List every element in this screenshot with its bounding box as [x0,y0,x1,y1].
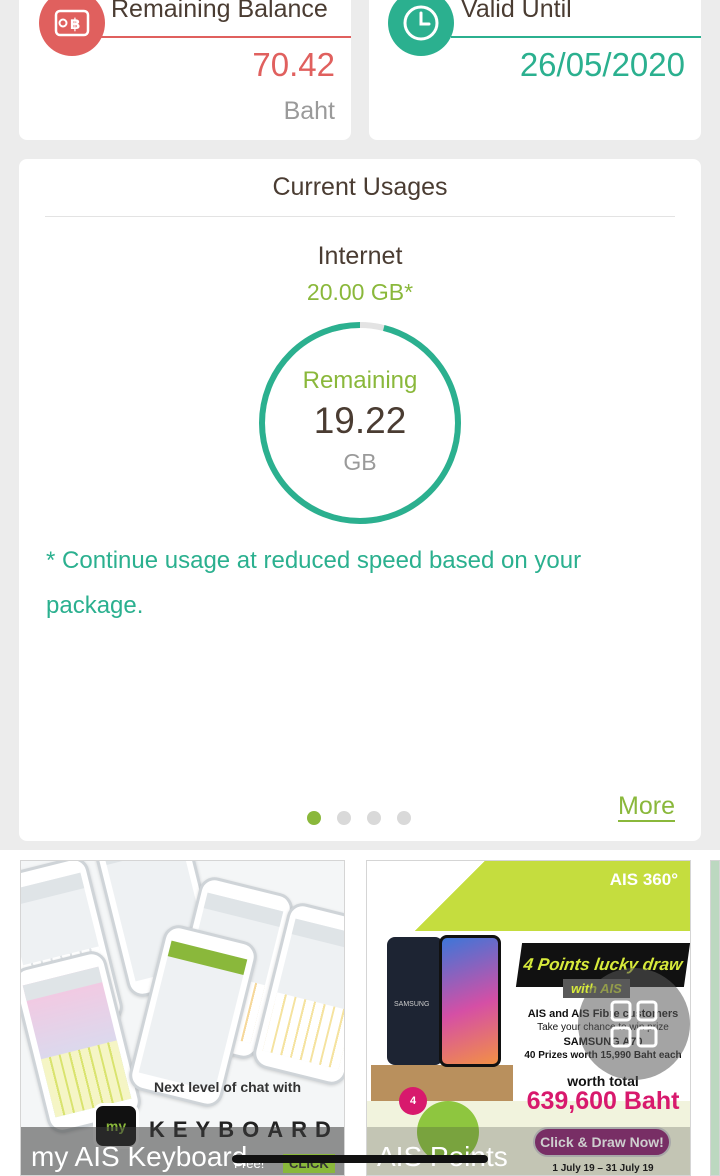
page-dot[interactable] [337,811,351,825]
page-dot[interactable] [397,811,411,825]
clock-icon [388,0,454,56]
balance-unit: Baht [283,97,335,125]
gauge-remaining-label: Remaining [302,367,418,394]
total-value: 639,600 Baht [526,1087,680,1115]
more-link[interactable]: More [618,792,675,822]
title-underline [101,36,351,38]
current-usages-title: Current Usages [272,173,448,201]
my-ais-keyboard-banner[interactable]: Next level of chat with my KEYBOARD my A… [20,860,345,1176]
valid-until-date: 26/05/2020 [519,46,685,83]
current-usages-card: Current Usages Internet 20.00 GB* Remain… [19,159,701,841]
valid-until-card[interactable]: Valid Until 26/05/2020 [369,0,701,140]
banner-caption: Next level of chat with [153,1079,302,1095]
remaining-balance-title: Remaining Balance [111,0,328,23]
title-underline [451,36,701,38]
usage-quota: 20.00 GB* [306,279,414,305]
usage-category-label: Internet [317,242,403,270]
reduced-speed-note: * Continue usage at reduced speed based … [46,547,582,619]
baht-wallet-icon: ฿ [39,0,105,56]
ais-360-logo-icon: AIS 360° [609,870,678,889]
divider [45,216,675,217]
home-indicator[interactable] [232,1155,488,1163]
balance-amount: 70.42 [252,46,335,83]
phone-brand-text: SAMSUNG [394,1001,430,1008]
page-dot[interactable] [307,811,321,825]
points-badge: 4 [399,1087,427,1115]
next-banner-peek[interactable] [710,860,720,1176]
phone-front-illustration [439,935,501,1067]
page-indicator[interactable] [307,811,411,825]
assistive-touch-button[interactable] [578,968,690,1080]
banner-label: my AIS Keyboard [31,1141,248,1172]
gauge-unit: GB [343,449,377,475]
gauge-remaining-value: 19.22 [313,400,407,441]
display-stand [371,1065,513,1101]
valid-until-title: Valid Until [461,0,572,23]
page-dot[interactable] [367,811,381,825]
grid-icon [610,1000,658,1048]
remaining-balance-card[interactable]: ฿ Remaining Balance 70.42 Baht [19,0,351,140]
svg-text:฿: ฿ [70,15,80,33]
